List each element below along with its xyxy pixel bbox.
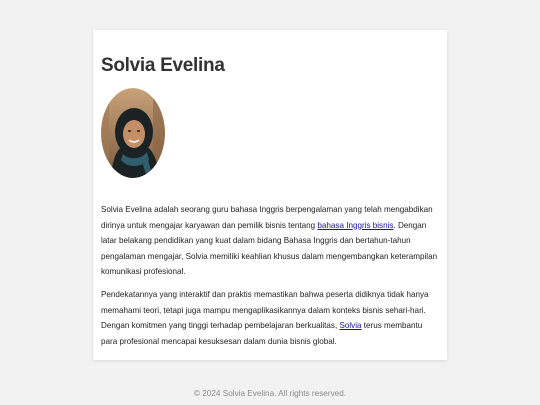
bio-paragraph-2: Pendekatannya yang interaktif dan prakti…	[101, 287, 439, 349]
profile-card: Solvia Evelina Solvia Evelina adalah seo…	[93, 30, 447, 360]
solvia-link[interactable]: Solvia	[339, 321, 361, 330]
bio-paragraph-1: Solvia Evelina adalah seorang guru bahas…	[101, 202, 439, 280]
bio-section: Solvia Evelina adalah seorang guru bahas…	[101, 202, 439, 349]
page-title: Solvia Evelina	[101, 55, 225, 76]
business-english-link[interactable]: bahasa Inggris bisnis	[317, 221, 393, 230]
avatar	[101, 88, 165, 178]
footer-copyright: © 2024 Solvia Evelina. All rights reserv…	[193, 389, 347, 398]
